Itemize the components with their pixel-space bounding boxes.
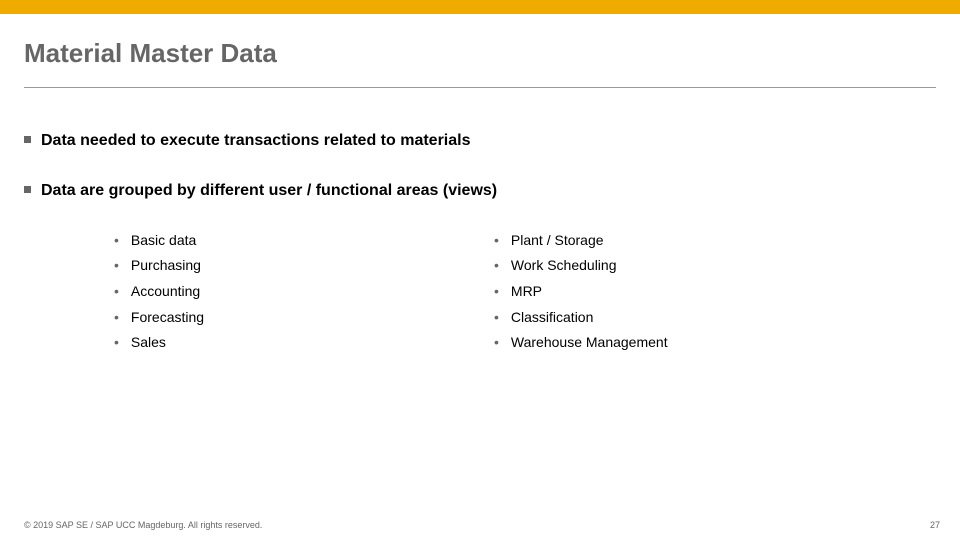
dot-bullet-icon: • [114, 231, 119, 251]
dot-bullet-icon: • [494, 282, 499, 302]
main-bullet: Data needed to execute transactions rela… [24, 130, 936, 152]
square-bullet-icon [24, 186, 31, 193]
sub-columns: • Basic data • Purchasing • Accounting •… [24, 231, 936, 359]
dot-bullet-icon: • [114, 333, 119, 353]
page-number: 27 [930, 520, 940, 530]
copyright-text: © 2019 SAP SE / SAP UCC Magdeburg. All r… [24, 520, 262, 530]
list-item: • Accounting [114, 282, 494, 302]
dot-bullet-icon: • [494, 231, 499, 251]
sub-item-label: Purchasing [131, 256, 201, 276]
dot-bullet-icon: • [494, 333, 499, 353]
content-area: Data needed to execute transactions rela… [0, 88, 960, 359]
sub-item-label: Work Scheduling [511, 256, 617, 276]
sub-column-left: • Basic data • Purchasing • Accounting •… [114, 231, 494, 359]
sub-item-label: Accounting [131, 282, 200, 302]
accent-bar [0, 0, 960, 14]
list-item: • Purchasing [114, 256, 494, 276]
sub-item-label: Classification [511, 308, 593, 328]
list-item: • Sales [114, 333, 494, 353]
sub-item-label: MRP [511, 282, 542, 302]
list-item: • Forecasting [114, 308, 494, 328]
list-item: • Work Scheduling [494, 256, 874, 276]
dot-bullet-icon: • [114, 308, 119, 328]
bullet-text: Data are grouped by different user / fun… [41, 180, 497, 202]
list-item: • Basic data [114, 231, 494, 251]
list-item: • Plant / Storage [494, 231, 874, 251]
sub-item-label: Forecasting [131, 308, 204, 328]
square-bullet-icon [24, 136, 31, 143]
list-item: • Warehouse Management [494, 333, 874, 353]
sub-item-label: Basic data [131, 231, 196, 251]
list-item: • Classification [494, 308, 874, 328]
footer: © 2019 SAP SE / SAP UCC Magdeburg. All r… [0, 512, 960, 540]
dot-bullet-icon: • [114, 282, 119, 302]
dot-bullet-icon: • [494, 256, 499, 276]
sub-item-label: Warehouse Management [511, 333, 668, 353]
sub-item-label: Plant / Storage [511, 231, 604, 251]
slide-title: Material Master Data [0, 14, 960, 87]
dot-bullet-icon: • [494, 308, 499, 328]
sub-column-right: • Plant / Storage • Work Scheduling • MR… [494, 231, 874, 359]
sub-item-label: Sales [131, 333, 166, 353]
main-bullet: Data are grouped by different user / fun… [24, 180, 936, 202]
bullet-text: Data needed to execute transactions rela… [41, 130, 470, 152]
list-item: • MRP [494, 282, 874, 302]
dot-bullet-icon: • [114, 256, 119, 276]
